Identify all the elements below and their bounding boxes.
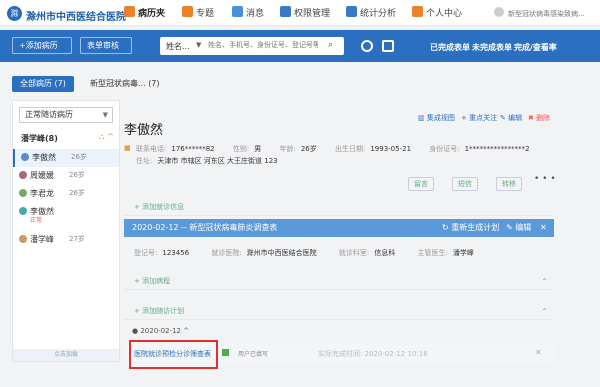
- visit-detail-row: 登记号: 123456 就诊医院: 滁州市中西医结合医院 就诊科室: 信息科 主管医生…: [134, 249, 474, 257]
- edit-survey-button[interactable]: ✎ 编辑: [506, 219, 531, 237]
- add-diagnosis-row[interactable]: + 添加就诊信息: [124, 199, 554, 216]
- patient-item[interactable]: 李傲然 26岁: [13, 149, 119, 167]
- hospital-logo: 滁: [7, 6, 22, 21]
- chevron-up-icon[interactable]: ⌃: [541, 273, 548, 290]
- doctor-value: 潘学峰: [452, 249, 474, 257]
- avatar: [19, 189, 27, 197]
- avatar: [19, 171, 27, 179]
- add-plan-row[interactable]: + 添加随访计划 ⌃: [124, 303, 554, 320]
- patient-item[interactable]: 李傲然 正常: [13, 203, 119, 229]
- department-value: 信息科: [374, 249, 396, 257]
- fill-status: 用户已填写: [238, 351, 269, 358]
- close-icon[interactable]: ✕: [540, 219, 547, 237]
- group-toggle-icon[interactable]: ⛬ ^: [99, 132, 114, 142]
- check-icon: [222, 349, 229, 356]
- patient-list-panel: 正常随访病历 ▼ 潘学峰(8) ⛬ ^ 李傲然 26岁 周媛媛 26岁 李君龙 26岁 …: [12, 100, 120, 362]
- hospital-name: 滁州市中西医结合医院: [26, 12, 126, 23]
- patient-item[interactable]: 李君龙 26岁: [13, 185, 119, 203]
- load-more-button[interactable]: 点击加载: [13, 349, 119, 361]
- patient-item[interactable]: 周媛媛 26岁: [13, 167, 119, 185]
- avatar: [21, 153, 29, 161]
- chevron-up-icon[interactable]: ⌃: [541, 303, 548, 320]
- survey-bar: 2020-02-12 -- 新型冠状病毒肺炎调查表 ↻ 重新生成计划 ✎ 编辑 …: [124, 219, 554, 237]
- add-course-row[interactable]: + 添加病程 ⌃: [124, 273, 554, 290]
- avatar: [19, 207, 27, 215]
- doctor-group-header[interactable]: 潘学峰(8): [21, 133, 58, 144]
- visit-date-badge[interactable]: ● 2020-02-12 ^: [132, 327, 189, 335]
- survey-title: 2020-02-12 -- 新型冠状病毒肺炎调查表: [132, 223, 278, 232]
- patient-item[interactable]: 潘学峰 27岁: [13, 231, 119, 249]
- regenerate-plan-button[interactable]: ↻ 重新生成计划: [442, 219, 499, 237]
- add-record-button[interactable]: +添加病历: [12, 37, 72, 54]
- reg-value: 123456: [162, 249, 190, 257]
- close-icon[interactable]: ✕: [535, 348, 542, 357]
- chevron-down-icon: ▼: [102, 111, 108, 119]
- record-filter-select[interactable]: 正常随访病历 ▼: [19, 107, 113, 123]
- avatar: [19, 235, 27, 243]
- tab-all-records[interactable]: 全部病历 (7): [12, 76, 74, 92]
- highlight-frame: [129, 340, 218, 369]
- hospital-value: 滁州市中西医结合医院: [246, 249, 317, 257]
- completion-time: 实际完成时间: 2020-02-12 10:16: [318, 350, 428, 358]
